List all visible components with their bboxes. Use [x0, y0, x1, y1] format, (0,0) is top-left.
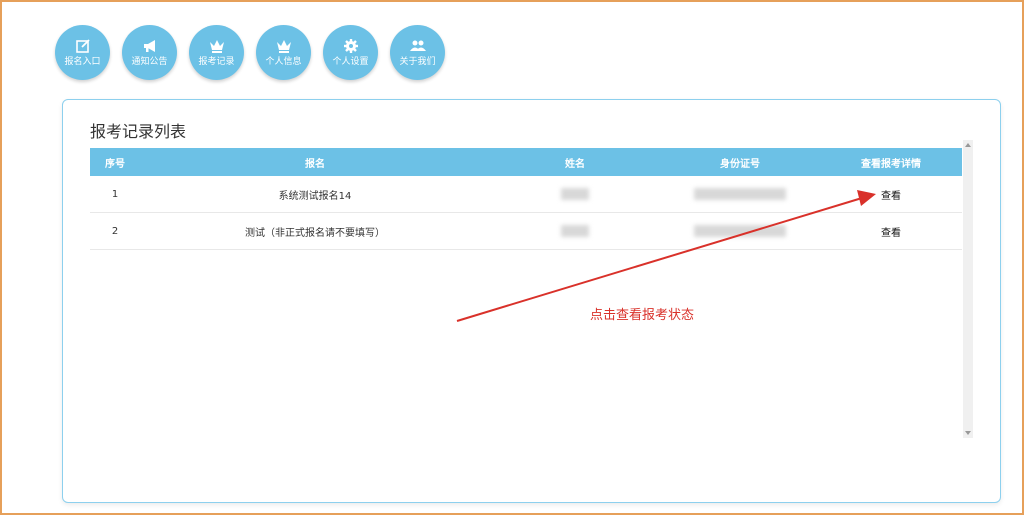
- annotation-arrow: [456, 190, 876, 322]
- annotation-text: 点击查看报考状态: [590, 308, 695, 323]
